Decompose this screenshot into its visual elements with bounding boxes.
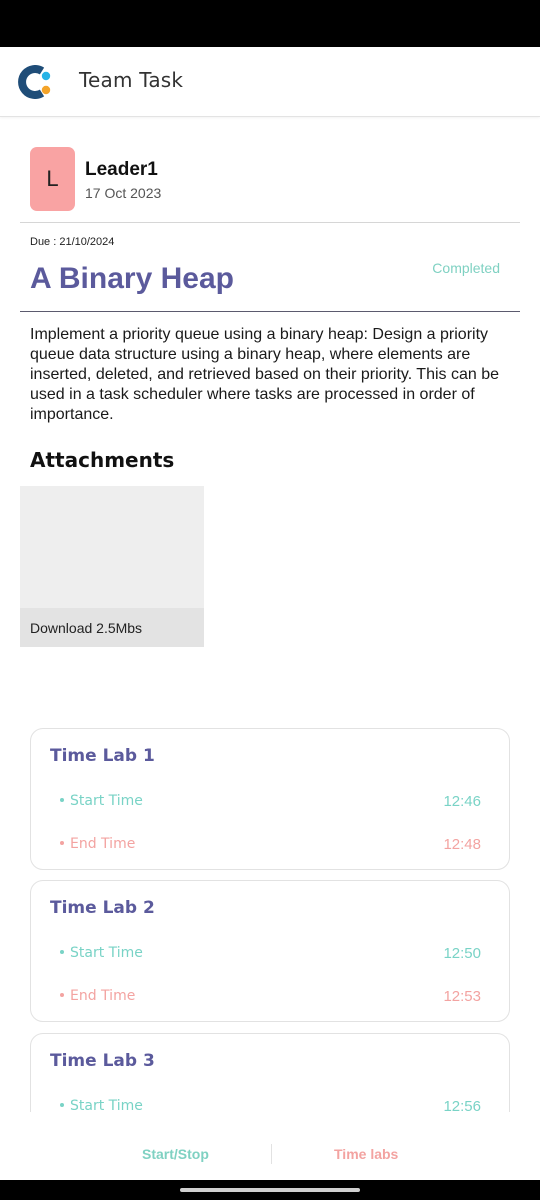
app-logo-icon[interactable] (18, 65, 52, 99)
attachments-heading: Attachments (30, 448, 175, 472)
attachment-card[interactable]: Download 2.5Mbs (20, 486, 204, 647)
home-indicator[interactable] (180, 1188, 360, 1192)
status-bar (0, 0, 540, 47)
time-lab-title: Time Lab 3 (50, 1051, 155, 1071)
divider (20, 222, 520, 223)
time-lab-title: Time Lab 1 (50, 746, 155, 766)
status-badge: Completed (432, 260, 500, 276)
bullet-icon (60, 1103, 64, 1107)
time-labs-list[interactable]: Time Lab 1 Start Time 12:46 End Time 12:… (0, 712, 540, 1112)
start-time-value: 12:56 (443, 1098, 481, 1112)
gesture-bar (0, 1180, 540, 1200)
time-lab-card: Time Lab 3 Start Time 12:56 (30, 1033, 510, 1112)
start-time-value: 12:50 (443, 945, 481, 962)
time-lab-card: Time Lab 2 Start Time 12:50 End Time 12:… (30, 880, 510, 1022)
title-divider (20, 311, 520, 312)
start-time-value: 12:46 (443, 793, 481, 810)
start-time-label: Start Time (70, 793, 143, 809)
bottom-nav: Start/Stop Time labs (0, 1112, 540, 1180)
start-time-label: Start Time (70, 1098, 143, 1112)
start-stop-button[interactable]: Start/Stop (142, 1146, 209, 1162)
due-date: Due : 21/10/2024 (30, 236, 115, 248)
task-description: Implement a priority queue using a binar… (30, 326, 500, 423)
time-lab-card: Time Lab 1 Start Time 12:46 End Time 12:… (30, 728, 510, 870)
time-labs-button[interactable]: Time labs (334, 1146, 398, 1162)
author-name: Leader1 (85, 159, 158, 180)
bullet-icon (60, 993, 64, 997)
bullet-icon (60, 798, 64, 802)
end-time-label: End Time (70, 836, 136, 852)
nav-divider (271, 1144, 272, 1164)
bullet-icon (60, 841, 64, 845)
bullet-icon (60, 950, 64, 954)
end-time-value: 12:48 (443, 836, 481, 853)
end-time-value: 12:53 (443, 988, 481, 1005)
time-lab-title: Time Lab 2 (50, 898, 155, 918)
avatar: L (30, 147, 75, 211)
start-time-label: Start Time (70, 945, 143, 961)
task-title: A Binary Heap (30, 262, 234, 295)
task-created-date: 17 Oct 2023 (85, 185, 162, 201)
end-time-label: End Time (70, 988, 136, 1004)
download-button[interactable]: Download 2.5Mbs (20, 608, 204, 647)
app-title: Team Task (79, 68, 184, 92)
app-bar: Team Task (0, 47, 540, 117)
